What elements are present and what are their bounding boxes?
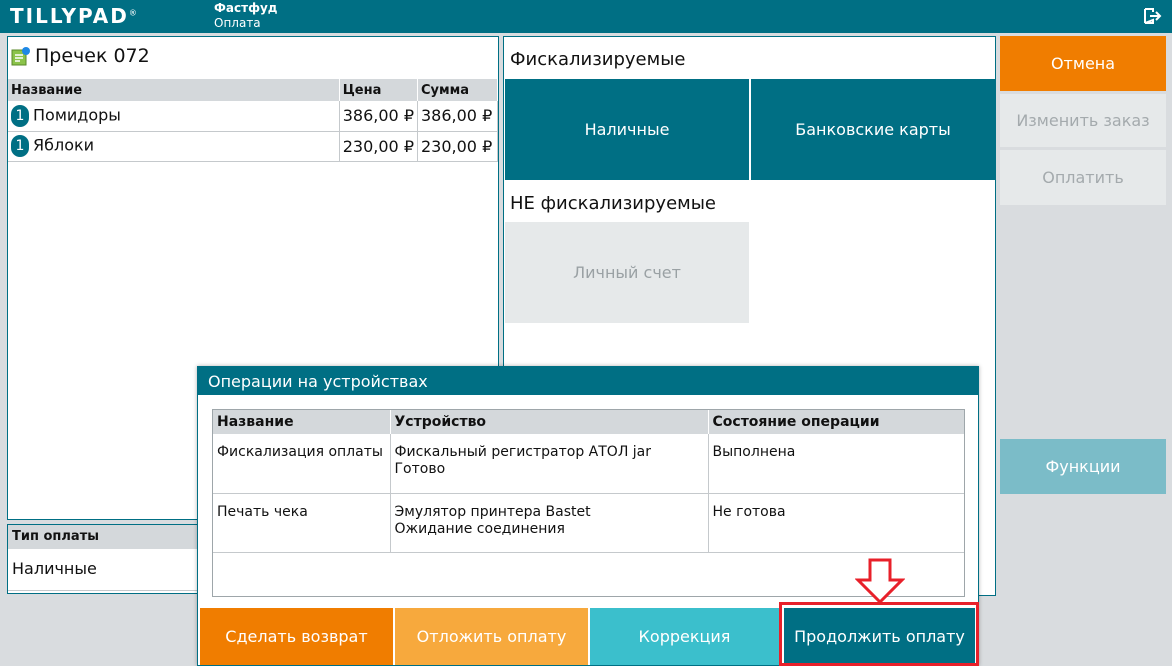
operation-name: Печать чека <box>213 493 391 553</box>
breadcrumb-page: Оплата <box>214 16 261 30</box>
operation-state: Не готова <box>708 493 964 553</box>
operations-table-frame: Название Устройство Состояние операции Ф… <box>212 409 965 597</box>
down-arrow-icon <box>855 558 905 604</box>
pay-button[interactable]: Оплатить <box>1000 150 1166 205</box>
exit-icon[interactable] <box>1142 6 1162 26</box>
personal-account-button[interactable]: Личный счет <box>505 222 749 323</box>
table-row[interactable]: 1 Помидоры 386,00 ₽ 386,00 ₽ <box>8 101 498 132</box>
make-return-button[interactable]: Сделать возврат <box>200 608 393 665</box>
item-name: Яблоки <box>33 135 95 155</box>
precheck-table: Название Цена Сумма 1 Помидоры 386,00 ₽ 3… <box>8 79 498 162</box>
fiscal-section-title: Фискализируемые <box>510 49 686 70</box>
item-price: 230,00 ₽ <box>339 131 419 162</box>
edit-order-button[interactable]: Изменить заказ <box>1000 94 1166 147</box>
receipt-icon <box>11 47 30 66</box>
operation-device: Эмулятор принтера Bastet Ожидание соедине… <box>390 493 709 553</box>
item-name: Помидоры <box>33 105 121 125</box>
bank-cards-button[interactable]: Банковские карты <box>751 79 995 180</box>
column-price: Цена <box>339 79 419 101</box>
dialog-title: Операции на устройствах <box>198 367 978 395</box>
column-operation: Название <box>213 410 391 434</box>
column-name: Название <box>8 79 340 101</box>
operation-state: Выполнена <box>708 434 964 494</box>
column-device: Устройство <box>390 410 709 434</box>
quantity-badge: 1 <box>11 104 29 127</box>
operation-name: Фискализация оплаты <box>213 434 391 494</box>
table-row[interactable]: Фискализация оплаты Фискальный регистрат… <box>213 434 964 494</box>
device-operations-dialog: Операции на устройствах Название Устройс… <box>197 366 979 666</box>
item-sum: 230,00 ₽ <box>417 131 498 162</box>
table-row[interactable]: Печать чека Эмулятор принтера Bastet Ожид… <box>213 493 964 553</box>
tillypad-logo: TILLYPAD® <box>10 4 137 28</box>
column-state: Состояние операции <box>708 410 964 434</box>
functions-button[interactable]: Функции <box>1000 439 1166 494</box>
breadcrumb-section: Фастфуд <box>214 1 278 15</box>
continue-payment-button[interactable]: Продолжить оплату <box>784 608 975 665</box>
item-sum: 386,00 ₽ <box>417 101 498 132</box>
nonfiscal-section-title: НЕ фискализируемые <box>510 193 717 214</box>
cash-button[interactable]: Наличные <box>505 79 749 180</box>
operations-table: Название Устройство Состояние операции Ф… <box>213 410 964 553</box>
table-row[interactable]: 1 Яблоки 230,00 ₽ 230,00 ₽ <box>8 131 498 162</box>
defer-payment-button[interactable]: Отложить оплату <box>395 608 588 665</box>
correction-button[interactable]: Коррекция <box>590 608 779 665</box>
precheck-title: Пречек 072 <box>11 45 150 67</box>
operation-device: Фискальный регистратор АТОЛ jar Готово <box>390 434 709 494</box>
cancel-button[interactable]: Отмена <box>1000 36 1166 91</box>
top-bar: TILLYPAD® Фастфуд Оплата <box>0 0 1172 33</box>
column-sum: Сумма <box>417 79 498 101</box>
quantity-badge: 1 <box>11 135 29 157</box>
item-price: 386,00 ₽ <box>339 101 419 132</box>
